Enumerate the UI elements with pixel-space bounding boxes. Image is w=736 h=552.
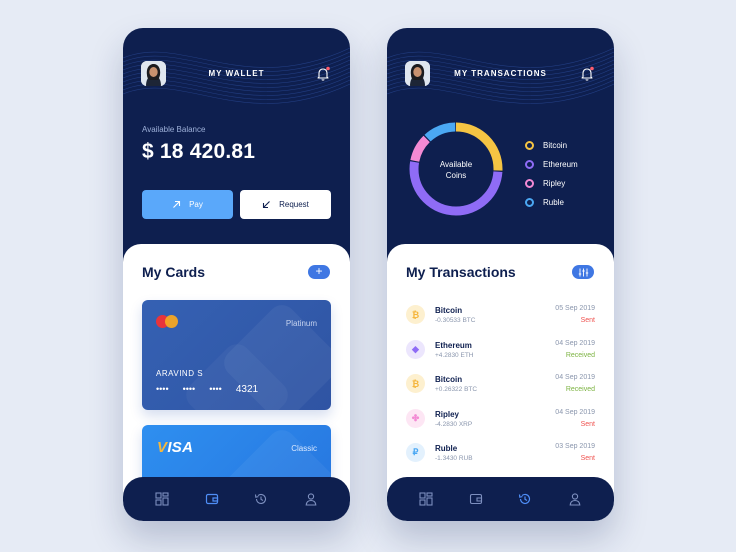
- ripple-icon: ✤: [406, 408, 425, 428]
- card-last4: 4321: [235, 384, 259, 395]
- transaction-status: Received: [565, 386, 595, 393]
- legend-dot: [525, 141, 534, 150]
- bitcoin-icon: ₿: [406, 305, 425, 324]
- ruble-icon: ₽: [406, 443, 425, 462]
- balance-value: $ 18 420.81: [142, 140, 256, 163]
- transaction-date: 04 Sep 2019: [555, 408, 595, 416]
- visa-logo: VISA: [157, 439, 194, 456]
- transactions-list: ₿ Bitcoin -0.30533 BTC 05 Sep 2019 Sent …: [387, 304, 614, 477]
- donut-center-label: Available Coins: [439, 160, 473, 180]
- legend-dot: [525, 160, 534, 169]
- transaction-status: Sent: [580, 420, 595, 428]
- balance-label: Available Balance: [142, 125, 206, 134]
- transaction-row[interactable]: ₽ Ruble -1.3430 RUB 03 Sep 2019 Sent: [387, 442, 614, 477]
- bell-icon[interactable]: [315, 66, 331, 82]
- pay-button[interactable]: Pay: [142, 190, 233, 219]
- transaction-amount: -4.2830 XRP: [435, 420, 473, 428]
- dashboard-icon[interactable]: [151, 488, 173, 510]
- card-holder: ARAVIND S: [156, 369, 204, 378]
- arrow-up-right-icon: [173, 200, 181, 208]
- transaction-status: Sent: [580, 317, 595, 324]
- dashboard-icon[interactable]: [415, 488, 437, 510]
- credit-card[interactable]: Platinum ARAVIND S •••• •••• •••• 4321: [142, 300, 331, 410]
- transaction-coin: Bitcoin: [435, 306, 463, 315]
- transaction-row[interactable]: ₿ Bitcoin -0.30533 BTC 05 Sep 2019 Sent: [387, 304, 614, 339]
- profile-icon[interactable]: [564, 488, 586, 510]
- wallet-icon[interactable]: [465, 488, 487, 510]
- card-type: Classic: [291, 444, 317, 453]
- card-type: Platinum: [285, 319, 317, 328]
- transaction-status: Sent: [580, 455, 595, 462]
- bitcoin-icon: ₿: [406, 374, 425, 393]
- card-number: •••• •••• •••• 4321: [156, 384, 259, 395]
- section-title: My Transactions: [406, 264, 516, 280]
- legend-dot: [525, 179, 534, 188]
- add-card-button[interactable]: +: [308, 265, 330, 279]
- arrow-down-left-icon: [263, 201, 270, 209]
- transaction-amount: +0.26322 BTC: [435, 386, 478, 393]
- transaction-coin: Ethereum: [435, 340, 472, 350]
- transaction-date: 03 Sep 2019: [555, 443, 595, 450]
- transaction-date: 04 Sep 2019: [555, 374, 595, 381]
- history-icon[interactable]: [250, 488, 272, 510]
- transaction-amount: +4.2830 ETH: [435, 351, 474, 359]
- wallet-icon[interactable]: [201, 488, 223, 510]
- transaction-amount: -1.3430 RUB: [435, 455, 473, 462]
- request-label: Request: [279, 200, 309, 209]
- legend-item-ethereum: Ethereum: [525, 155, 578, 174]
- transaction-row[interactable]: ₿ Bitcoin +0.26322 BTC 04 Sep 2019 Recei…: [387, 373, 614, 408]
- transaction-status: Received: [565, 351, 595, 359]
- history-icon[interactable]: [514, 488, 536, 510]
- transaction-date: 05 Sep 2019: [555, 305, 595, 312]
- transaction-amount: -0.30533 BTC: [435, 317, 476, 324]
- pay-label: Pay: [189, 200, 203, 209]
- transaction-date: 04 Sep 2019: [555, 339, 595, 347]
- legend-item-ripley: Ripley: [525, 174, 578, 193]
- legend-item-ruble: Ruble: [525, 193, 578, 212]
- filter-button[interactable]: [572, 265, 594, 279]
- coins-legend: Bitcoin Ethereum Ripley Ruble: [525, 136, 578, 212]
- filter-icon: [578, 268, 588, 276]
- bottom-nav: [387, 477, 614, 521]
- legend-dot: [525, 198, 534, 207]
- request-button[interactable]: Request: [240, 190, 331, 219]
- transaction-row[interactable]: ✤ Ripley -4.2830 XRP 04 Sep 2019 Sent: [387, 408, 614, 443]
- profile-icon[interactable]: [300, 488, 322, 510]
- ethereum-icon: ◆: [406, 339, 425, 359]
- wallet-screen: MY WALLET Available Balance $ 18 420.81 …: [123, 28, 350, 521]
- transaction-coin: Ruble: [435, 444, 458, 453]
- transaction-coin: Ripley: [435, 409, 460, 419]
- transaction-row[interactable]: ◆ Ethereum +4.2830 ETH 04 Sep 2019 Recei…: [387, 339, 614, 374]
- bell-icon[interactable]: [579, 66, 595, 82]
- section-title: My Cards: [142, 264, 206, 280]
- legend-item-bitcoin: Bitcoin: [525, 136, 578, 155]
- transaction-coin: Bitcoin: [435, 375, 463, 384]
- bottom-nav: [123, 477, 350, 521]
- transactions-screen: MY TRANSACTIONS Available Coins Bitcoin …: [387, 28, 614, 521]
